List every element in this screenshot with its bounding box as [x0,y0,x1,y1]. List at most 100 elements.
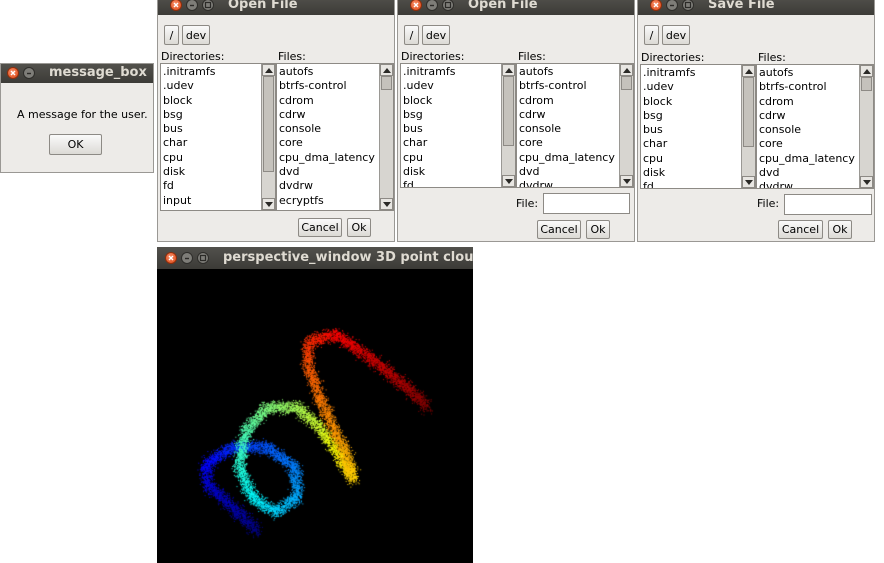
scroll-down-arrow-icon[interactable] [380,198,393,210]
list-item[interactable]: block [402,94,515,108]
scroll-up-arrow-icon[interactable] [742,65,755,77]
ok-button[interactable]: Ok [586,220,610,239]
scroll-up-arrow-icon[interactable] [860,65,873,77]
list-item[interactable]: char [402,136,515,150]
close-icon[interactable] [410,0,422,11]
list-item[interactable]: cdrw [518,108,633,122]
scrollbar-thumb[interactable] [621,76,632,90]
list-item[interactable]: btrfs-control [758,80,873,94]
scroll-up-arrow-icon[interactable] [262,64,275,76]
list-item[interactable]: bus [162,122,275,136]
files-list[interactable]: autofs btrfs-control cdrom cdrw console … [276,63,394,211]
maximize-icon[interactable] [682,0,694,11]
maximize-icon[interactable] [197,252,209,264]
scroll-up-arrow-icon[interactable] [620,64,633,76]
list-item[interactable]: dvdrw [518,179,633,187]
minimize-icon[interactable] [186,0,198,11]
list-item[interactable]: autofs [278,65,393,79]
list-item[interactable]: cdrom [758,95,873,109]
list-item[interactable]: char [162,136,275,150]
list-item[interactable]: bus [642,123,755,137]
list-item[interactable]: char [642,137,755,151]
list-item[interactable]: bsg [402,108,515,122]
perspective-window-titlebar[interactable]: perspective_window 3D point cloud [157,247,473,269]
scroll-down-arrow-icon[interactable] [262,198,275,210]
scroll-up-arrow-icon[interactable] [502,64,515,76]
list-item[interactable]: cpu [642,152,755,166]
scroll-down-arrow-icon[interactable] [860,176,873,188]
list-item[interactable]: cpu_dma_latency [278,151,393,165]
open-file-1-titlebar[interactable]: Open File [158,0,394,15]
list-item[interactable]: block [162,94,275,108]
close-icon[interactable] [170,0,182,11]
close-icon[interactable] [650,0,662,11]
path-dev-button[interactable]: dev [662,25,690,45]
list-item[interactable]: cpu [402,151,515,165]
scrollbar-thumb[interactable] [381,76,392,90]
list-item[interactable]: console [278,122,393,136]
list-item[interactable]: console [758,123,873,137]
scroll-down-arrow-icon[interactable] [742,176,755,188]
list-item[interactable]: cdrom [278,94,393,108]
directories-list[interactable]: .initramfs .udev block bsg bus char cpu … [400,63,516,188]
list-item[interactable]: block [642,95,755,109]
list-item[interactable]: dvd [518,165,633,179]
list-item[interactable]: .initramfs [402,65,515,79]
list-item[interactable]: .udev [642,80,755,94]
list-item[interactable]: autofs [518,65,633,79]
list-item[interactable]: autofs [758,66,873,80]
path-root-button[interactable]: / [164,25,179,45]
scrollbar-thumb[interactable] [861,77,872,91]
list-item[interactable]: cdrw [758,109,873,123]
list-item[interactable]: console [518,122,633,136]
list-item[interactable]: cpu_dma_latency [758,152,873,166]
minimize-icon[interactable] [23,67,35,79]
list-item[interactable]: .udev [402,79,515,93]
scrollbar-thumb[interactable] [503,76,514,146]
close-icon[interactable] [7,67,19,79]
list-item[interactable]: fd [642,180,755,188]
list-item[interactable]: dvd [278,165,393,179]
scrollbar-thumb[interactable] [263,76,274,172]
list-item[interactable]: cdrw [278,108,393,122]
list-item[interactable]: bsg [162,108,275,122]
cancel-button[interactable]: Cancel [537,220,581,239]
ok-button[interactable]: Ok [347,218,371,237]
scroll-down-arrow-icon[interactable] [502,175,515,187]
cancel-button[interactable]: Cancel [298,218,342,237]
directories-scrollbar[interactable] [741,65,755,188]
ok-button[interactable]: Ok [828,220,852,239]
list-item[interactable]: disk [402,165,515,179]
path-dev-button[interactable]: dev [182,25,210,45]
open-file-2-titlebar[interactable]: Open File [398,0,634,15]
list-item[interactable]: cpu [162,151,275,165]
list-item[interactable]: ecryptfs [278,194,393,208]
message-box-titlebar[interactable]: message_box [1,64,153,83]
file-name-input[interactable] [543,193,630,214]
maximize-icon[interactable] [202,0,214,11]
files-scrollbar[interactable] [619,64,633,187]
directories-scrollbar[interactable] [261,64,275,210]
directories-list[interactable]: .initramfs .udev block bsg bus char cpu … [640,64,756,189]
scroll-up-arrow-icon[interactable] [380,64,393,76]
directories-scrollbar[interactable] [501,64,515,187]
list-item[interactable]: fd [162,179,275,193]
list-item[interactable]: core [758,137,873,151]
file-name-input[interactable] [784,194,872,215]
minimize-icon[interactable] [426,0,438,11]
scrollbar-thumb[interactable] [743,77,754,147]
path-root-button[interactable]: / [644,25,659,45]
list-item[interactable]: core [278,136,393,150]
ok-button[interactable]: OK [49,134,102,155]
list-item[interactable]: .initramfs [162,65,275,79]
cancel-button[interactable]: Cancel [778,220,823,239]
list-item[interactable]: dvdrw [758,180,873,188]
list-item[interactable]: dvdrw [278,179,393,193]
files-scrollbar[interactable] [379,64,393,210]
list-item[interactable]: fd [402,179,515,187]
files-scrollbar[interactable] [859,65,873,188]
list-item[interactable]: .initramfs [642,66,755,80]
list-item[interactable]: bsg [642,109,755,123]
path-root-button[interactable]: / [404,25,419,45]
list-item[interactable]: btrfs-control [518,79,633,93]
